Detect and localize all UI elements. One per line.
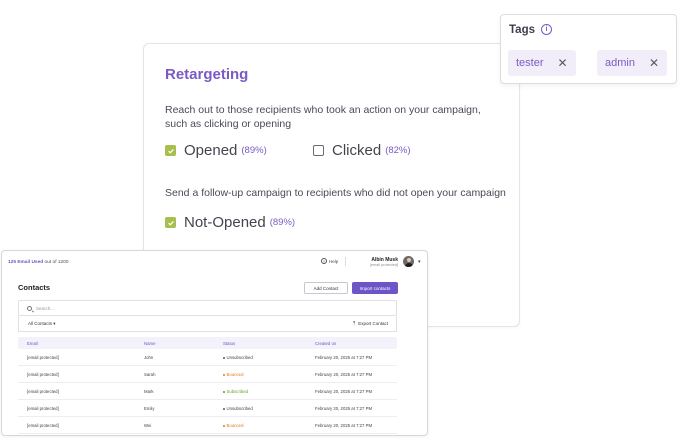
close-icon[interactable]: ✕	[649, 56, 659, 70]
row-created: February 20, 2025 at 7:27 PM	[315, 372, 373, 377]
row-created: February 20, 2025 at 7:27 PM	[315, 406, 373, 411]
row-email: [email protected]	[27, 423, 59, 428]
chevron-down-icon: ▾	[53, 320, 56, 326]
status-badge: Subscribed	[223, 389, 248, 394]
column-header-created[interactable]: Created on	[315, 341, 336, 346]
avatar[interactable]	[403, 256, 414, 267]
retargeting-description-actions: Reach out to those recipients who took a…	[165, 104, 481, 130]
table-row[interactable]: [email protected] Sarah Bounced February…	[18, 366, 397, 383]
row-name: Emily	[144, 406, 155, 411]
not-opened-label: Not-Opened	[184, 214, 266, 231]
opened-label: Opened	[184, 142, 238, 159]
email-usage: 125 Email Used out of 1200	[8, 260, 69, 265]
help-icon: ?	[321, 258, 327, 264]
import-contacts-button[interactable]: Import contacts	[352, 282, 398, 294]
table-row[interactable]: [email protected] Wei Bounced February 2…	[18, 417, 397, 434]
email-used-count: 125 Email Used	[8, 260, 44, 265]
clicked-checkbox[interactable]	[313, 145, 324, 156]
search-input[interactable]: Search...	[18, 300, 397, 316]
clicked-option[interactable]: Clicked (82%)	[313, 142, 411, 159]
export-contact-button[interactable]: ⤒ Export Contact	[353, 321, 388, 327]
add-contact-button[interactable]: Add Contact	[304, 282, 348, 294]
help-link[interactable]: ? Help	[321, 258, 338, 264]
search-icon	[27, 305, 32, 311]
row-created: February 20, 2025 at 7:27 PM	[315, 355, 373, 360]
not-opened-percentage: (89%)	[269, 217, 296, 228]
row-name: Sarah	[144, 372, 156, 377]
check-icon	[167, 148, 174, 154]
status-badge: Unsubscribed	[223, 406, 253, 411]
tag-label: admin	[605, 57, 635, 69]
help-label: Help	[329, 258, 339, 264]
check-icon	[167, 220, 174, 226]
clicked-label: Clicked	[332, 142, 382, 159]
row-created: February 20, 2025 at 7:27 PM	[315, 423, 373, 428]
chevron-down-icon[interactable]: ▾	[418, 259, 421, 265]
row-name: Wei	[144, 423, 152, 428]
column-header-name[interactable]: Name	[144, 341, 155, 346]
row-created: February 20, 2025 at 7:27 PM	[315, 389, 373, 394]
row-name: Mark	[144, 389, 154, 394]
email-limit: out of 1200	[43, 260, 69, 265]
tag-chip-tester[interactable]: tester ✕	[508, 50, 576, 76]
table-row[interactable]: [email protected] Mark Subscribed Februa…	[18, 383, 397, 400]
table-row[interactable]: [email protected] John Unsubscribed Febr…	[18, 349, 397, 366]
filter-label: All Contacts	[28, 320, 53, 326]
row-email: [email protected]	[27, 406, 59, 411]
row-email: [email protected]	[27, 355, 59, 360]
user-email: [email protected]	[369, 263, 398, 267]
export-label: Export Contact	[358, 321, 388, 326]
tags-popup: Tags i tester ✕ admin ✕	[500, 14, 677, 84]
close-icon[interactable]: ✕	[558, 56, 568, 70]
status-badge: Bounced	[223, 372, 243, 377]
opened-option[interactable]: Opened (89%)	[165, 142, 267, 159]
table-header: Email Name Status Created on	[18, 337, 397, 349]
opened-checkbox[interactable]	[165, 145, 176, 156]
row-name: John	[144, 355, 154, 360]
contacts-filter-dropdown[interactable]: All Contacts ▾	[28, 321, 56, 327]
upload-icon: ⤒	[353, 320, 356, 327]
column-header-email[interactable]: Email	[27, 341, 38, 346]
filter-bar: All Contacts ▾ ⤒ Export Contact	[18, 316, 397, 332]
row-email: [email protected]	[27, 389, 59, 394]
tag-label: tester	[516, 57, 544, 69]
column-header-status[interactable]: Status	[223, 341, 235, 346]
row-email: [email protected]	[27, 372, 59, 377]
status-badge: Unsubscribed	[223, 355, 253, 360]
tag-chip-admin[interactable]: admin ✕	[597, 50, 668, 76]
table-row[interactable]: [email protected] Emily Unsubscribed Feb…	[18, 400, 397, 417]
info-icon[interactable]: i	[541, 24, 552, 35]
not-opened-option[interactable]: Not-Opened (89%)	[165, 214, 295, 231]
not-opened-checkbox[interactable]	[165, 217, 176, 228]
clicked-percentage: (82%)	[385, 145, 411, 156]
contacts-table: Email Name Status Created on [email prot…	[18, 337, 397, 434]
search-placeholder: Search...	[36, 305, 55, 311]
contacts-panel: 125 Email Used out of 1200 ? Help Albin …	[1, 250, 428, 436]
status-badge: Bounced	[223, 423, 243, 428]
retargeting-description-not-opened: Send a follow-up campaign to recipients …	[165, 187, 506, 199]
retargeting-title: Retargeting	[165, 66, 249, 83]
page-title: Contacts	[18, 283, 51, 292]
opened-percentage: (89%)	[241, 145, 267, 156]
tags-title: Tags	[509, 24, 535, 36]
